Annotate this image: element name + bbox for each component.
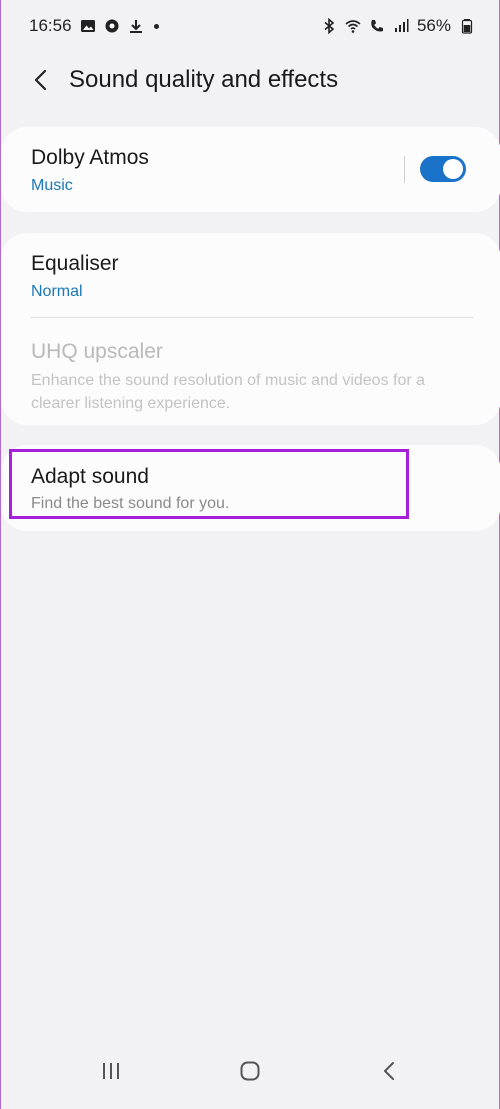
divider bbox=[31, 317, 473, 318]
recent-apps-button[interactable] bbox=[97, 1057, 125, 1085]
home-icon bbox=[240, 1061, 260, 1081]
notification-dot-icon bbox=[153, 23, 159, 29]
status-left: 16:56 bbox=[29, 16, 159, 36]
uhq-upscaler-title: UHQ upscaler bbox=[31, 340, 163, 363]
back-button[interactable] bbox=[27, 66, 55, 94]
status-bar: 16:56 56% bbox=[1, 0, 499, 52]
record-icon bbox=[104, 18, 120, 34]
gallery-icon bbox=[80, 18, 96, 34]
divider bbox=[404, 156, 405, 183]
equaliser-value: Normal bbox=[31, 283, 83, 300]
back-nav-icon bbox=[384, 1062, 394, 1080]
dolby-atmos-row[interactable]: Dolby Atmos Music bbox=[1, 127, 500, 212]
header: Sound quality and effects bbox=[1, 58, 499, 102]
equaliser-title[interactable]: Equaliser bbox=[31, 252, 119, 276]
back-nav-button[interactable] bbox=[375, 1057, 403, 1085]
navigation-bar bbox=[1, 1049, 499, 1109]
page-title: Sound quality and effects bbox=[69, 66, 339, 93]
status-right: 56% bbox=[321, 16, 475, 36]
highlight-box bbox=[9, 449, 409, 519]
recent-apps-icon bbox=[103, 1063, 119, 1079]
download-icon bbox=[128, 18, 144, 34]
call-icon bbox=[369, 18, 385, 34]
battery-icon bbox=[459, 18, 475, 34]
home-button[interactable] bbox=[236, 1057, 264, 1085]
bluetooth-icon bbox=[321, 18, 337, 34]
signal-icon bbox=[393, 18, 409, 34]
dolby-atmos-toggle[interactable] bbox=[420, 156, 466, 182]
wifi-icon bbox=[345, 18, 361, 34]
dolby-atmos-title: Dolby Atmos bbox=[31, 146, 149, 169]
battery-percent: 56% bbox=[416, 16, 451, 35]
dolby-atmos-subtitle: Music bbox=[31, 177, 73, 194]
status-time: 16:56 bbox=[29, 16, 72, 35]
uhq-upscaler-description: Enhance the sound resolution of music an… bbox=[31, 372, 426, 412]
equaliser-card: Equaliser Normal UHQ upscaler Enhance th… bbox=[1, 233, 500, 425]
back-arrow-icon bbox=[34, 69, 47, 91]
toggle-knob bbox=[443, 159, 463, 179]
